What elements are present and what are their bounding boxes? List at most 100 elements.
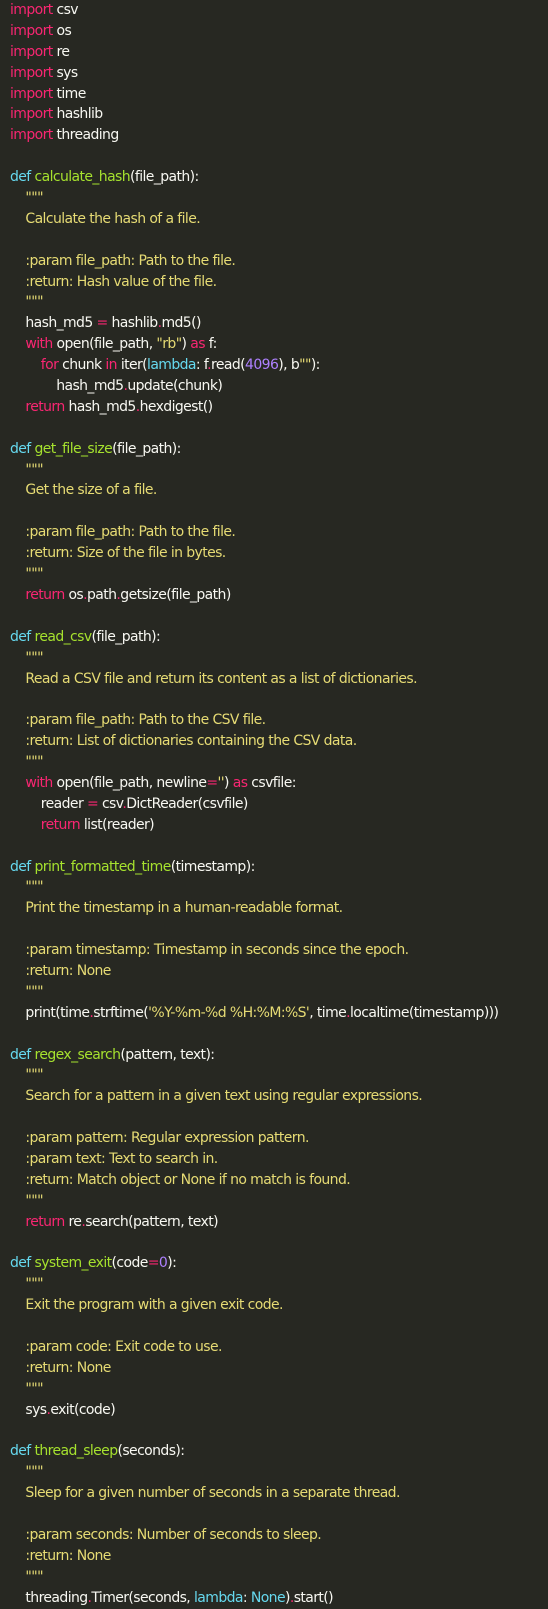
code-line: ​ — [10, 606, 548, 627]
code-token: :param file_path: Path to the file. — [10, 524, 236, 541]
code-line: ​ — [10, 1421, 548, 1442]
code-token: (pattern, text): — [120, 1046, 215, 1063]
code-token: import — [10, 43, 53, 60]
code-token: DictReader(csvfile) — [126, 795, 248, 812]
code-token: csv — [52, 2, 78, 18]
code-line: """ — [10, 752, 548, 773]
code-line: with open(file_path, newline='') as csvf… — [10, 773, 548, 794]
code-token: """ — [10, 1568, 43, 1585]
code-line: import threading — [10, 125, 548, 146]
code-token: ) — [224, 774, 233, 791]
code-token: read( — [211, 357, 246, 374]
code-token: :return: None — [10, 1547, 111, 1564]
code-line: :param timestamp: Timestamp in seconds s… — [10, 940, 548, 961]
code-token: ) — [181, 336, 191, 353]
code-line: ​ — [10, 836, 548, 857]
code-token: re — [52, 43, 70, 60]
code-token: """ — [10, 1380, 43, 1397]
code-token: time — [52, 85, 86, 102]
code-token: hash_md5 — [10, 378, 124, 395]
code-line: :return: Hash value of the file. — [10, 272, 548, 293]
code-line: Read a CSV file and return its content a… — [10, 669, 548, 690]
code-line: import re — [10, 42, 548, 63]
code-token: calculate_hash — [34, 169, 131, 186]
code-token: def — [10, 1255, 31, 1272]
code-line: """ — [10, 188, 548, 209]
code-line: """ — [10, 564, 548, 585]
code-token: """ — [10, 879, 43, 896]
code-token: :return: None — [10, 1359, 111, 1376]
code-token: """ — [10, 649, 43, 666]
code-token: Timer(seconds, — [91, 1589, 195, 1606]
code-token: threading — [52, 127, 119, 144]
code-token: Exit the program with a given exit code. — [10, 1297, 283, 1314]
code-token: :return: Size of the file in bytes. — [10, 545, 226, 562]
code-token: system_exit — [34, 1255, 113, 1272]
code-token: """ — [10, 1464, 43, 1481]
code-line: Search for a pattern in a given text usi… — [10, 1086, 548, 1107]
code-token: print(time — [10, 1004, 90, 1021]
code-token: (file_path): — [91, 628, 161, 645]
code-token: 0 — [158, 1255, 168, 1272]
code-token: hash_md5 — [64, 398, 136, 415]
code-token: def — [10, 1443, 31, 1460]
code-line: def print_formatted_time(timestamp): — [10, 857, 548, 878]
code-line: """ — [10, 1274, 548, 1295]
code-token: re — [64, 1213, 82, 1230]
code-line: """ — [10, 982, 548, 1003]
code-token: :return: Match object or None if no matc… — [10, 1171, 351, 1188]
code-token: def — [10, 169, 31, 186]
code-token: ): — [310, 357, 321, 374]
code-token: open(file_path, — [52, 336, 157, 353]
code-token: regex_search — [34, 1046, 122, 1063]
code-token: hashlib — [107, 315, 159, 332]
code-line: """ — [10, 1065, 548, 1086]
code-line: import time — [10, 84, 548, 105]
code-token: hashlib — [52, 106, 103, 123]
code-token: print_formatted_time — [34, 858, 172, 875]
code-token: return — [10, 586, 65, 603]
code-token: getsize(file_path) — [120, 586, 231, 603]
code-line: def get_file_size(file_path): — [10, 439, 548, 460]
code-line: reader = csv.DictReader(csvfile) — [10, 794, 548, 815]
code-token: threading — [10, 1589, 88, 1606]
code-line: import hashlib — [10, 104, 548, 125]
code-token: : f — [195, 357, 208, 374]
code-line: print(time.strftime('%Y-%m-%d %H:%M:%S',… — [10, 1003, 548, 1024]
code-line: Print the timestamp in a human-readable … — [10, 898, 548, 919]
code-token: (seconds): — [117, 1443, 185, 1460]
code-token: Get the size of a file. — [10, 482, 157, 499]
code-token: "rb" — [156, 336, 182, 353]
code-token: import — [10, 2, 53, 18]
code-line: :param pattern: Regular expression patte… — [10, 1128, 548, 1149]
code-token: return — [10, 816, 81, 833]
code-token: """ — [10, 1067, 43, 1084]
code-token: """ — [10, 566, 43, 583]
code-editor[interactable]: import csv import os import re import sys im… — [0, 0, 548, 1606]
code-token: thread_sleep — [34, 1443, 119, 1460]
code-line: return list(reader) — [10, 815, 548, 836]
code-line: return re.search(pattern, text) — [10, 1212, 548, 1233]
code-token: ), b — [278, 357, 300, 374]
code-token: :param code: Exit code to use. — [10, 1339, 222, 1355]
code-token: """ — [10, 754, 43, 771]
code-token: os — [52, 22, 72, 39]
code-line: ​ — [10, 919, 548, 940]
code-token: sys — [52, 64, 78, 81]
code-token: :param pattern: Regular expression patte… — [10, 1130, 309, 1147]
code-token: with — [10, 336, 53, 353]
code-token: csvfile: — [247, 774, 296, 791]
code-token: , time — [309, 1004, 347, 1021]
code-token: localtime(timestamp))) — [349, 1004, 499, 1021]
code-token: f: — [204, 336, 218, 353]
code-token: search(pattern, text) — [85, 1213, 218, 1230]
code-token: None — [250, 1589, 286, 1606]
code-token: path — [86, 586, 117, 603]
code-token: chunk — [58, 357, 106, 374]
code-line: :return: None — [10, 1358, 548, 1379]
code-line: def regex_search(pattern, text): — [10, 1045, 548, 1066]
code-line: ​ — [10, 1504, 548, 1525]
code-token: md5() — [161, 315, 201, 332]
code-token: start() — [293, 1589, 334, 1606]
code-line: Sleep for a given number of seconds in a… — [10, 1483, 548, 1504]
